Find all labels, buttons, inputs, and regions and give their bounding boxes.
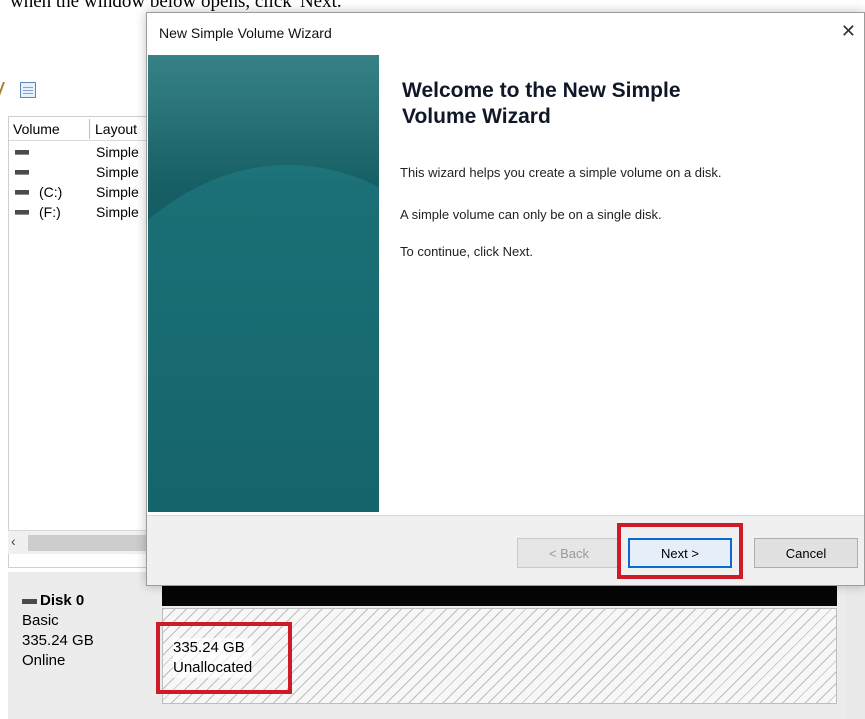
button-bar: < Back Next > Cancel xyxy=(147,515,864,585)
vertical-scrollbar[interactable] xyxy=(846,580,865,719)
disk-icon xyxy=(22,598,37,604)
volume-row[interactable]: (F:) Simple xyxy=(9,203,149,222)
volume-list-header: Volume Layout xyxy=(9,117,149,141)
wizard-banner-image xyxy=(148,55,379,512)
close-icon[interactable]: ✕ xyxy=(841,22,856,40)
disk-size: 335.24 GB xyxy=(22,632,94,649)
toolbar xyxy=(0,76,150,104)
volume-row[interactable]: Simple xyxy=(9,163,149,182)
highlight-box-partition xyxy=(156,622,292,694)
drive-icon xyxy=(15,210,29,215)
wizard-heading: Welcome to the New Simple Volume Wizard xyxy=(402,78,802,130)
column-header-layout[interactable]: Layout xyxy=(95,121,137,137)
disk-type: Basic xyxy=(22,612,59,629)
volume-layout: Simple xyxy=(96,204,139,220)
title-bar: New Simple Volume Wizard ✕ xyxy=(147,13,864,53)
volume-layout: Simple xyxy=(96,184,139,200)
wizard-heading-line-1: Welcome to the New Simple xyxy=(402,79,681,102)
volume-name: (C:) xyxy=(39,184,63,200)
scroll-left-icon[interactable]: ‹ xyxy=(11,533,16,549)
drive-icon xyxy=(15,190,29,195)
wizard-note: A simple volume can only be on a single … xyxy=(400,207,662,222)
dialog-title: New Simple Volume Wizard xyxy=(159,25,332,41)
disk-info[interactable]: Disk 0 Basic 335.24 GB Online xyxy=(22,591,94,671)
volume-layout: Simple xyxy=(96,164,139,180)
back-button[interactable]: < Back xyxy=(517,538,621,568)
new-simple-volume-wizard: New Simple Volume Wizard ✕ Welcome to th… xyxy=(146,12,865,586)
wizard-instruction: To continue, click Next. xyxy=(400,244,533,259)
cancel-button[interactable]: Cancel xyxy=(754,538,858,568)
wizard-description: This wizard helps you create a simple vo… xyxy=(400,165,722,180)
disk-title: Disk 0 xyxy=(22,591,94,611)
edit-icon[interactable] xyxy=(0,82,19,98)
partition-header-bar xyxy=(162,586,837,606)
drive-icon xyxy=(15,150,29,155)
scrollbar-thumb[interactable] xyxy=(28,535,148,551)
column-header-volume[interactable]: Volume xyxy=(13,121,60,137)
volume-name: (F:) xyxy=(39,204,61,220)
properties-icon[interactable] xyxy=(20,82,36,98)
wizard-heading-line-2: Volume Wizard xyxy=(402,105,551,128)
disk-name: Disk 0 xyxy=(40,592,85,609)
disk-status: Online xyxy=(22,652,66,669)
volume-row[interactable]: (C:) Simple xyxy=(9,183,149,202)
volume-row[interactable]: Simple xyxy=(9,143,149,162)
drive-icon xyxy=(15,170,29,175)
horizontal-scrollbar[interactable]: ‹ xyxy=(8,530,148,554)
column-divider[interactable] xyxy=(89,119,90,139)
highlight-box-next xyxy=(617,523,743,579)
volume-layout: Simple xyxy=(96,144,139,160)
volume-list: Volume Layout Simple Simple (C:) Simple … xyxy=(8,116,149,568)
